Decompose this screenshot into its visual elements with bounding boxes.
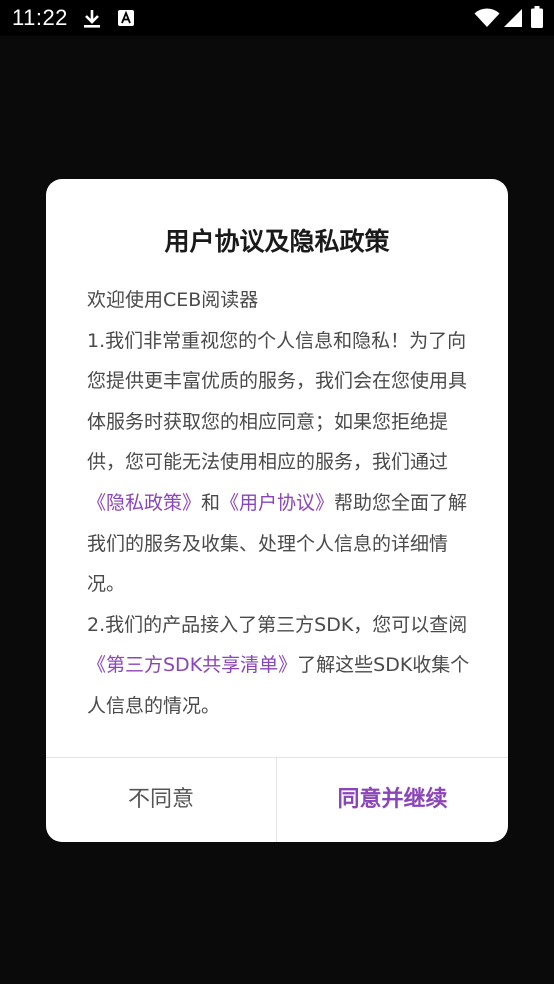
text-a-icon	[118, 10, 134, 26]
paragraph-1-and: 和	[201, 491, 221, 514]
welcome-text: 欢迎使用CEB阅读器	[87, 289, 259, 311]
dialog-title: 用户协议及隐私政策	[164, 227, 390, 256]
privacy-dialog: 用户协议及隐私政策 欢迎使用CEB阅读器 1.我们非常重视您的个人信息和隐私！为…	[46, 179, 508, 842]
disagree-button[interactable]: 不同意	[46, 758, 276, 842]
status-time: 11:22	[12, 5, 68, 30]
download-icon	[84, 10, 100, 28]
agree-continue-button[interactable]: 同意并继续	[277, 758, 508, 842]
wifi-icon	[474, 8, 500, 27]
paragraph-2-text-a: 2.我们的产品接入了第三方SDK，您可以查阅	[87, 613, 468, 636]
paragraph-1-text-a: 1.我们非常重视您的个人信息和隐私！为了向您提供更丰富优质的服务，我们会在您使用…	[87, 329, 468, 474]
dialog-body: 欢迎使用CEB阅读器 1.我们非常重视您的个人信息和隐私！为了向您提供更丰富优质…	[87, 280, 477, 727]
sdk-list-link[interactable]: 《第三方SDK共享清单》	[87, 654, 297, 676]
status-bar: 11:22	[0, 0, 554, 36]
privacy-policy-link[interactable]: 《隐私政策》	[87, 492, 201, 514]
user-agreement-link[interactable]: 《用户协议》	[220, 492, 334, 514]
paragraph-1: 1.我们非常重视您的个人信息和隐私！为了向您提供更丰富优质的服务，我们会在您使用…	[87, 321, 477, 605]
signal-icon	[504, 9, 522, 27]
battery-icon	[531, 6, 543, 28]
paragraph-2: 2.我们的产品接入了第三方SDK，您可以查阅《第三方SDK共享清单》了解这些SD…	[87, 605, 477, 727]
